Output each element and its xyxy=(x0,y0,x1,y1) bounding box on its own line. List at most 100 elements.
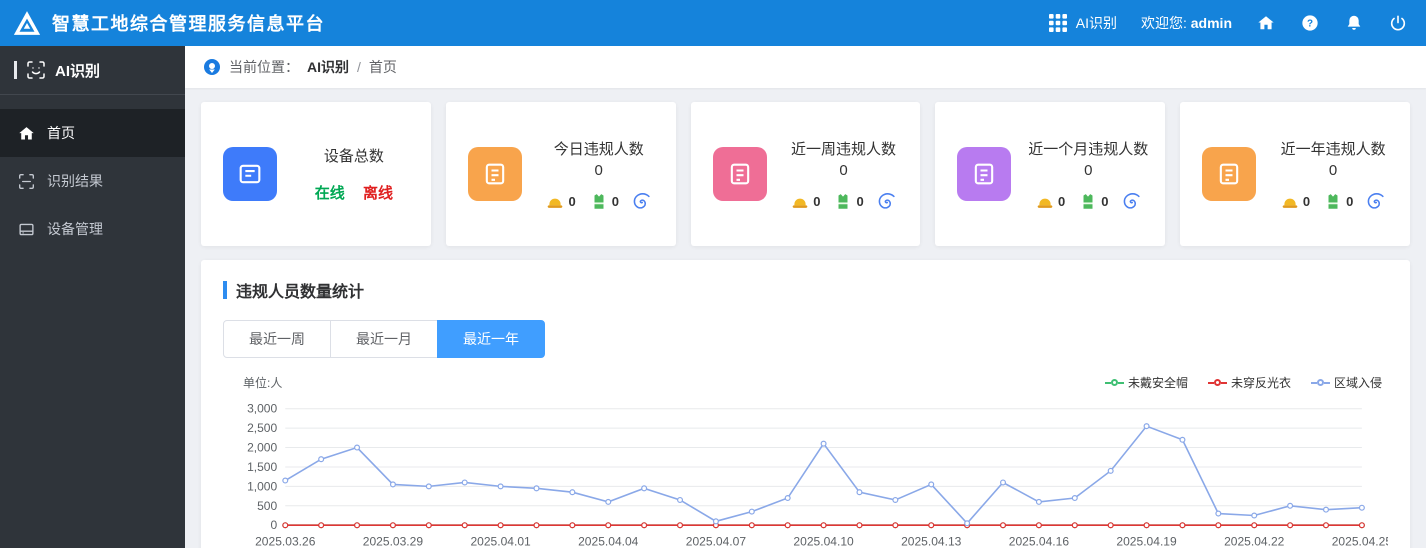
svg-text:1,500: 1,500 xyxy=(247,460,277,474)
svg-text:3,000: 3,000 xyxy=(247,402,277,416)
legend-marker-icon xyxy=(1207,379,1227,386)
tab-last-month[interactable]: 最近一月 xyxy=(330,320,438,358)
intrusion-spiral-icon xyxy=(1367,192,1384,209)
legend-marker-icon xyxy=(1310,379,1330,386)
violation-doc-icon xyxy=(467,147,522,201)
location-icon xyxy=(204,59,220,75)
home-icon xyxy=(19,126,34,139)
tab-last-week[interactable]: 最近一周 xyxy=(223,320,331,358)
svg-text:2025.04.22: 2025.04.22 xyxy=(1224,534,1285,548)
sidebar-item-home[interactable]: 首页 xyxy=(0,109,185,157)
breadcrumb: 当前位置： AI识别 / 首页 xyxy=(185,46,1426,88)
violation-doc-icon xyxy=(1202,147,1257,201)
panel-accent-bar xyxy=(223,281,227,299)
legend-label: 未戴安全帽 xyxy=(1127,376,1188,390)
card-title: 近一个月违规人数 xyxy=(1028,140,1149,158)
svg-text:2025.04.13: 2025.04.13 xyxy=(901,534,962,548)
stat-card-violations-month: 近一个月违规人数 0 0 0 xyxy=(935,102,1166,246)
intrusion-spiral-icon xyxy=(878,192,895,209)
vest-icon xyxy=(1328,193,1338,209)
chart-area: 0 500 1,000 1,500 2,000 2,500 3,000 2025.03.26 2… xyxy=(223,397,1388,548)
home-icon[interactable] xyxy=(1256,13,1276,33)
svg-text:2025.04.07: 2025.04.07 xyxy=(686,534,747,548)
vest-count: 0 xyxy=(1346,194,1354,209)
card-value: 0 xyxy=(1328,161,1338,179)
svg-text:2025.04.01: 2025.04.01 xyxy=(470,534,531,548)
legend-label: 区域入侵 xyxy=(1333,376,1382,390)
breadcrumb-page[interactable]: 首页 xyxy=(369,57,397,77)
helmet-count: 0 xyxy=(1058,194,1066,209)
legend-label: 未穿反光衣 xyxy=(1230,376,1291,390)
legend-item[interactable]: 区域入侵 xyxy=(1310,374,1382,391)
svg-text:500: 500 xyxy=(257,499,277,513)
breadcrumb-prefix: 当前位置： xyxy=(229,59,299,75)
helmet-icon xyxy=(792,198,808,208)
card-title: 设备总数 xyxy=(323,148,384,165)
app-header: 智慧工地综合管理服务信息平台 AI识别 欢迎您: admin ? xyxy=(0,0,1426,46)
legend-item[interactable]: 未穿反光衣 xyxy=(1207,374,1291,391)
helmet-icon xyxy=(1282,198,1298,208)
card-title: 今日违规人数 xyxy=(553,140,644,158)
svg-text:2025.04.10: 2025.04.10 xyxy=(793,534,854,548)
bell-icon[interactable] xyxy=(1344,13,1364,33)
module-switcher[interactable]: AI识别 xyxy=(1048,13,1117,33)
tab-last-year[interactable]: 最近一年 xyxy=(437,320,545,358)
legend-item[interactable]: 未戴安全帽 xyxy=(1104,374,1188,391)
helmet-count: 0 xyxy=(568,194,576,209)
helmet-icon xyxy=(548,198,563,208)
main-content: 当前位置： AI识别 / 首页 设备总数 在线 离线 今日违规人数 0 0 0 … xyxy=(185,46,1426,548)
vest-icon xyxy=(594,193,604,209)
svg-text:2025.03.26: 2025.03.26 xyxy=(255,534,316,548)
vest-icon xyxy=(838,193,848,209)
stat-card-violations-today: 今日违规人数 0 0 0 xyxy=(445,102,676,246)
stat-card-devices: 设备总数 在线 离线 xyxy=(201,102,431,246)
intrusion-spiral-icon xyxy=(1123,192,1140,209)
helmet-icon xyxy=(1037,198,1053,208)
violation-doc-icon xyxy=(957,147,1012,201)
online-label: 在线 xyxy=(314,185,345,202)
help-icon[interactable]: ? xyxy=(1300,13,1320,33)
card-value: 0 xyxy=(1084,161,1093,179)
svg-text:2025.04.04: 2025.04.04 xyxy=(578,534,639,548)
sidebar-module-header: AI识别 xyxy=(0,46,185,95)
svg-text:2,500: 2,500 xyxy=(247,421,277,435)
svg-text:2025.04.16: 2025.04.16 xyxy=(1009,534,1070,548)
sidebar-item-label: 识别结果 xyxy=(47,173,103,189)
svg-text:2025.03.29: 2025.03.29 xyxy=(363,534,424,548)
sidebar-item-recognition-results[interactable]: 识别结果 xyxy=(0,157,185,205)
breadcrumb-separator: / xyxy=(357,59,361,75)
device-icon xyxy=(19,223,34,235)
sidebar-accent-bar xyxy=(14,61,17,79)
face-recognition-icon xyxy=(27,61,45,79)
chart-unit-label: 单位:人 xyxy=(243,376,283,390)
sidebar-item-label: 首页 xyxy=(47,125,75,141)
breadcrumb-module[interactable]: AI识别 xyxy=(307,57,349,77)
vest-count: 0 xyxy=(611,194,619,209)
helmet-count: 0 xyxy=(1302,194,1311,209)
svg-text:2,000: 2,000 xyxy=(247,441,277,455)
module-switcher-label: AI识别 xyxy=(1075,15,1117,31)
card-title: 近一年违规人数 xyxy=(1280,140,1386,158)
legend-marker-icon xyxy=(1104,379,1124,386)
stat-card-violations-year: 近一年违规人数 0 0 0 xyxy=(1180,102,1410,246)
vest-icon xyxy=(1083,193,1093,209)
sidebar-item-label: 设备管理 xyxy=(47,221,103,237)
helmet-count: 0 xyxy=(813,194,821,209)
power-icon[interactable] xyxy=(1388,13,1408,33)
card-value: 0 xyxy=(594,161,603,179)
chart-legend: 未戴安全帽 未穿反光衣 区域入侵 xyxy=(1104,374,1382,391)
svg-text:0: 0 xyxy=(271,518,278,532)
offline-label: 离线 xyxy=(362,185,393,202)
svg-text:1,000: 1,000 xyxy=(247,479,277,493)
vest-count: 0 xyxy=(856,194,864,209)
svg-text:?: ? xyxy=(1307,19,1313,30)
violation-doc-icon xyxy=(712,147,767,201)
sidebar-nav: 首页 识别结果 设备管理 xyxy=(0,109,185,253)
apps-grid-icon xyxy=(1048,13,1068,33)
sidebar: AI识别 首页 识别结果 设备管理 xyxy=(0,46,185,548)
vest-count: 0 xyxy=(1101,194,1109,209)
trend-chart-svg[interactable]: 0 500 1,000 1,500 2,000 2,500 3,000 2025.03.26 2… xyxy=(223,397,1388,548)
app-logo-icon xyxy=(12,8,42,38)
stat-card-violations-week: 近一周违规人数 0 0 0 xyxy=(690,102,921,246)
sidebar-item-device-management[interactable]: 设备管理 xyxy=(0,205,185,253)
